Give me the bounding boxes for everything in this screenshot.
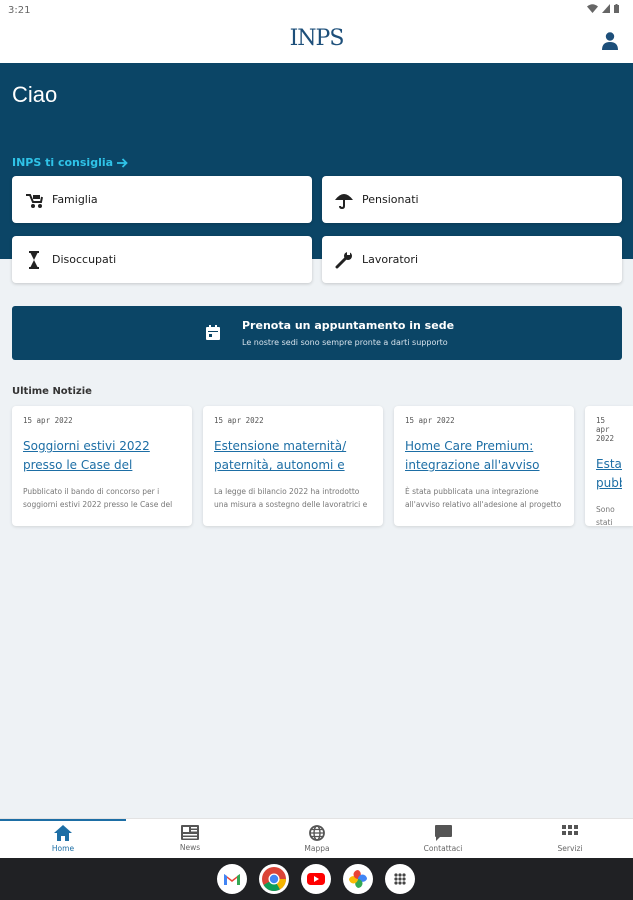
nav-label: Contattaci	[423, 844, 463, 853]
news-date: 15 apr 2022	[23, 416, 73, 425]
news-section-title: Ultime Notizie	[12, 386, 92, 397]
wrench-icon	[335, 251, 352, 268]
advice-link-label: INPS ti consiglia	[12, 156, 114, 169]
chrome-app[interactable]	[259, 864, 289, 894]
category-label: Famiglia	[52, 193, 98, 206]
bottom-navigation: Home News Mappa Contattaci Servizi	[0, 818, 633, 858]
signal-icon	[602, 4, 610, 13]
news-card[interactable]: 15 apr 2022 Estensione maternità/ patern…	[203, 406, 383, 526]
nav-contattaci[interactable]: Contattaci	[380, 819, 506, 859]
gmail-icon	[224, 874, 240, 885]
appointment-subtitle: Le nostre sedi sono sempre pronte a dart…	[242, 338, 448, 347]
news-excerpt: Sono stati riposte al…	[596, 505, 615, 526]
app-header: INPS	[0, 22, 633, 63]
category-lavoratori[interactable]: Lavoratori	[322, 236, 622, 283]
globe-icon	[309, 825, 325, 841]
arrow-right-icon	[117, 157, 128, 168]
news-date: 15 apr 2022	[405, 416, 455, 425]
home-icon	[54, 825, 72, 841]
app-drawer[interactable]	[385, 864, 415, 894]
news-date: 15 apr 2022	[214, 416, 264, 425]
status-icons	[587, 4, 619, 13]
chrome-icon	[262, 867, 286, 892]
chat-icon	[434, 825, 452, 841]
appointment-title: Prenota un appuntamento in sede	[242, 319, 455, 332]
news-date: 15 apr 2022	[596, 416, 615, 443]
nav-home[interactable]: Home	[0, 819, 126, 859]
nav-label: Home	[51, 844, 75, 853]
news-title[interactable]: Home Care Premium: integrazione all'avvi…	[405, 437, 563, 475]
gmail-app[interactable]	[217, 864, 247, 894]
hourglass-icon	[29, 250, 39, 269]
grid-icon	[562, 825, 578, 835]
calendar-icon	[206, 325, 220, 340]
status-bar: 3:21	[0, 0, 633, 22]
news-excerpt: È stata pubblicata una integrazione all'…	[405, 487, 562, 509]
profile-icon[interactable]	[599, 30, 621, 52]
nav-label: Servizi	[557, 844, 583, 853]
photos-app[interactable]	[343, 864, 373, 894]
app-drawer-icon	[394, 873, 406, 885]
category-label: Lavoratori	[362, 253, 418, 266]
book-appointment-button[interactable]: Prenota un appuntamento in sede Le nostr…	[12, 306, 622, 360]
category-label: Pensionati	[362, 193, 419, 206]
news-card-partial[interactable]: 15 apr 2022 Estate pubbli… Sono stati ri…	[585, 406, 633, 526]
umbrella-icon	[335, 193, 353, 209]
nav-servizi[interactable]: Servizi	[507, 819, 633, 859]
category-pensionati[interactable]: Pensionati	[322, 176, 622, 223]
nav-news[interactable]: News	[127, 819, 253, 859]
nav-label: News	[179, 843, 201, 852]
newspaper-icon	[181, 825, 199, 840]
category-label: Disoccupati	[52, 253, 117, 266]
news-title[interactable]: Soggiorni estivi 2022 presso le Case del…	[23, 437, 181, 475]
news-excerpt: La legge di bilancio 2022 ha introdotto …	[214, 487, 368, 509]
category-famiglia[interactable]: Famiglia	[12, 176, 312, 223]
system-dock	[0, 858, 633, 900]
news-card[interactable]: 15 apr 2022 Soggiorni estivi 2022 presso…	[12, 406, 192, 526]
nav-label: Mappa	[304, 844, 330, 853]
news-title[interactable]: Estate pubbli…	[596, 455, 622, 493]
status-time: 3:21	[8, 5, 31, 16]
inps-logo: INPS	[289, 26, 345, 51]
advice-link[interactable]: INPS ti consiglia	[12, 156, 128, 169]
wifi-icon	[587, 4, 598, 13]
news-excerpt: Pubblicato il bando di concorso per i so…	[23, 487, 173, 509]
greeting-title: Ciao	[12, 82, 58, 107]
youtube-app[interactable]	[301, 864, 331, 894]
family-icon	[26, 193, 43, 208]
news-title[interactable]: Estensione maternità/ paternità, autonom…	[214, 437, 372, 475]
category-disoccupati[interactable]: Disoccupati	[12, 236, 312, 283]
youtube-icon	[307, 873, 325, 885]
news-card[interactable]: 15 apr 2022 Home Care Premium: integrazi…	[394, 406, 574, 526]
battery-icon	[614, 4, 619, 13]
nav-mappa[interactable]: Mappa	[254, 819, 380, 859]
photos-icon	[349, 870, 367, 888]
